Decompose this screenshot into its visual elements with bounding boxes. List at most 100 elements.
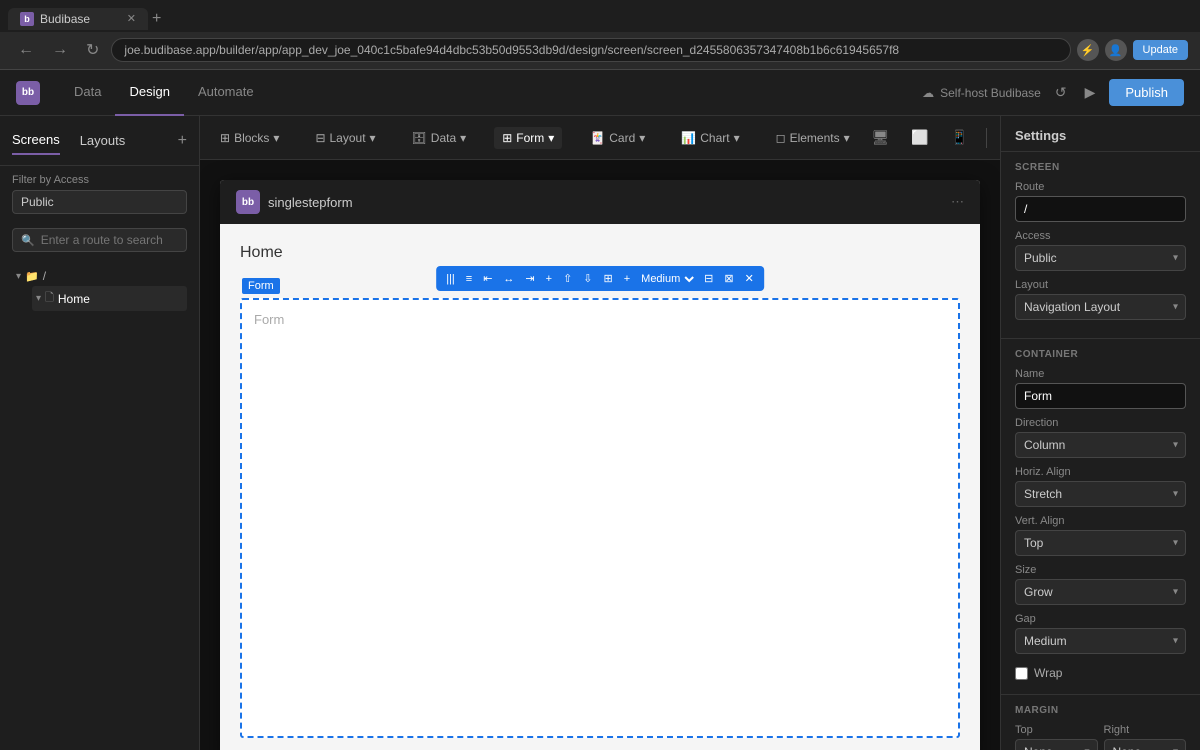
publish-button[interactable]: Publish: [1109, 79, 1184, 106]
filter-label: Filter by Access: [12, 174, 187, 186]
extensions-icon[interactable]: ⚡: [1077, 39, 1099, 61]
blocks-button[interactable]: ⊞ Blocks ▾: [212, 127, 287, 149]
toolbar-group-blocks: ⊞ Blocks ▾: [212, 127, 287, 149]
route-input[interactable]: [1015, 196, 1186, 222]
form-icon: ⊞: [502, 131, 512, 145]
browser-tab[interactable]: b Budibase ✕: [8, 8, 148, 30]
preview-button[interactable]: ▶: [1081, 80, 1100, 105]
name-field: Name: [1015, 368, 1186, 409]
forward-button[interactable]: →: [46, 39, 74, 61]
back-button[interactable]: ←: [12, 39, 40, 61]
direction-select[interactable]: Column: [1015, 432, 1186, 458]
form-toolbar-plus2-btn[interactable]: +: [620, 271, 634, 287]
vert-align-label: Vert. Align: [1015, 515, 1186, 527]
direction-select-wrap: Column: [1015, 432, 1186, 458]
form-toolbar-copy-btn[interactable]: ⊠: [720, 270, 737, 287]
form-toolbar-align-bottom-btn[interactable]: ⇩: [579, 270, 596, 287]
layout-select-wrap: Navigation Layout: [1015, 294, 1186, 320]
form-toolbar-align-right-btn[interactable]: ⇥: [521, 270, 538, 287]
form-toolbar-align-left-btn[interactable]: ⇤: [479, 270, 496, 287]
toolbar-group-form: ⊞ Form ▾: [494, 127, 562, 149]
container-section-label: CONTAINER: [1015, 349, 1186, 360]
nav-tab-automate[interactable]: Automate: [184, 70, 268, 116]
nav-tab-data[interactable]: Data: [60, 70, 115, 116]
refresh-button[interactable]: ↻: [80, 38, 105, 62]
form-toolbar-distribute-btn[interactable]: ⊞: [600, 270, 617, 287]
size-label: Size: [1015, 564, 1186, 576]
blocks-chevron-icon: ▾: [273, 131, 279, 145]
search-box: 🔍 ✕: [12, 228, 187, 252]
page-icon: 🗋: [45, 289, 54, 308]
wrap-label[interactable]: Wrap: [1034, 666, 1062, 680]
form-chevron-icon: ▾: [548, 131, 554, 145]
form-button[interactable]: ⊞ Form ▾: [494, 127, 562, 149]
tree-item-home[interactable]: ▾ 🗋 Home: [32, 286, 187, 311]
horiz-align-select[interactable]: Stretch: [1015, 481, 1186, 507]
canvas-content: Home ||| ≡ ⇤ ↔ ⇥ + ⇧ ⇩: [220, 224, 980, 750]
tree-section: ▾ 📁 / ▾ 🗋 Home: [0, 258, 199, 750]
form-toolbar-columns-btn[interactable]: |||: [442, 271, 459, 287]
browser-tabs: b Budibase ✕ +: [0, 0, 1200, 32]
form-toolbar-grid-btn[interactable]: ⊟: [700, 270, 717, 287]
device-tablet-button[interactable]: ⬜: [903, 125, 936, 150]
search-input[interactable]: [41, 233, 196, 247]
data-icon: 🗄: [412, 131, 427, 145]
blocks-icon: ⊞: [220, 131, 230, 145]
self-host-button[interactable]: ☁ Self-host Budibase: [922, 86, 1041, 100]
form-toolbar-rows-btn[interactable]: ≡: [462, 271, 476, 287]
screens-tab[interactable]: Screens: [12, 126, 60, 155]
card-button[interactable]: 🃏 Card ▾: [582, 127, 653, 149]
layout-chevron-icon: ▾: [370, 131, 376, 145]
refresh-app-button[interactable]: ↺: [1051, 80, 1071, 105]
elements-button[interactable]: ◻ Elements ▾: [768, 127, 858, 149]
tree-item-root[interactable]: ▾ 📁 /: [12, 266, 187, 286]
brand-icon: bb: [16, 81, 40, 105]
data-button[interactable]: 🗄 Data ▾: [404, 127, 475, 149]
address-bar[interactable]: [111, 38, 1070, 62]
size-select-wrap: Grow: [1015, 579, 1186, 605]
form-toolbar-delete-btn[interactable]: ✕: [741, 270, 758, 287]
new-tab-button[interactable]: +: [152, 10, 161, 28]
nav-tab-design[interactable]: Design: [115, 70, 183, 116]
horiz-align-label: Horiz. Align: [1015, 466, 1186, 478]
app: bb Data Design Automate ☁ Self-host Budi…: [0, 70, 1200, 750]
vert-align-select[interactable]: Top: [1015, 530, 1186, 556]
wrap-row: Wrap: [1015, 662, 1186, 684]
update-button[interactable]: Update: [1133, 40, 1188, 60]
profile-icon[interactable]: 👤: [1105, 39, 1127, 61]
device-mobile-button[interactable]: 📱: [943, 125, 976, 150]
form-container[interactable]: Form Form: [240, 298, 960, 738]
size-select[interactable]: Grow: [1015, 579, 1186, 605]
form-toolbar-align-center-btn[interactable]: ↔: [499, 271, 518, 287]
canvas-frame-menu-icon[interactable]: ⋯: [951, 194, 964, 210]
wrap-checkbox[interactable]: [1015, 667, 1028, 680]
layout-select[interactable]: Navigation Layout: [1015, 294, 1186, 320]
margin-top-field: Top None: [1015, 724, 1098, 750]
filter-select[interactable]: Public: [12, 190, 187, 214]
margin-top-select[interactable]: None: [1015, 739, 1098, 750]
layout-button[interactable]: ⊟ Layout ▾: [307, 127, 383, 149]
form-element-toolbar: ||| ≡ ⇤ ↔ ⇥ + ⇧ ⇩ ⊞ +: [436, 266, 764, 291]
layouts-tab[interactable]: Layouts: [80, 127, 126, 154]
chart-button[interactable]: 📊 Chart ▾: [673, 127, 747, 149]
tree-home-label: Home: [58, 292, 90, 306]
name-input[interactable]: [1015, 383, 1186, 409]
margin-right-select[interactable]: None: [1104, 739, 1187, 750]
size-field: Size Grow: [1015, 564, 1186, 605]
tab-close-icon[interactable]: ✕: [127, 12, 136, 25]
access-select[interactable]: Public: [1015, 245, 1186, 271]
card-icon: 🃏: [590, 131, 605, 145]
gap-select[interactable]: Medium: [1015, 628, 1186, 654]
form-toolbar-align-top-btn[interactable]: ⇧: [559, 270, 576, 287]
form-toolbar-size-select[interactable]: Medium: [637, 272, 697, 286]
margin-right-field: Right None: [1104, 724, 1187, 750]
canvas-scroll[interactable]: bb singlestepform ⋯ Home ||| ≡ ⇤ ↔: [200, 160, 1000, 750]
add-screen-button[interactable]: +: [178, 132, 187, 150]
device-desktop-button[interactable]: 🖥: [864, 125, 898, 150]
access-field: Access Public: [1015, 230, 1186, 271]
settings-header: Settings: [1001, 116, 1200, 152]
margin-settings-section: MARGIN Top None Right: [1001, 695, 1200, 750]
tree-arrow-child-icon: ▾: [36, 293, 41, 304]
brand-logo: bb: [16, 81, 40, 105]
form-toolbar-add-btn[interactable]: +: [542, 271, 556, 287]
